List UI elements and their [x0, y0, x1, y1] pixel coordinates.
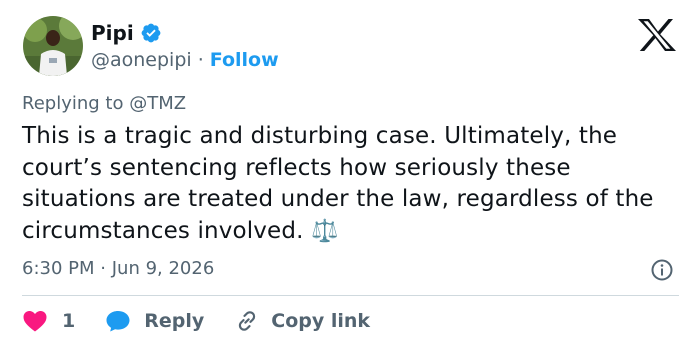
- heart-icon: [22, 309, 48, 333]
- handle-separator: ·: [197, 49, 204, 71]
- author-name-row: Pipi: [91, 20, 162, 46]
- like-count: 1: [62, 310, 76, 332]
- tweet-date: Jun 9, 2026: [111, 258, 215, 279]
- info-icon[interactable]: [650, 258, 674, 282]
- author-handle[interactable]: @aonepipi: [91, 47, 192, 73]
- follow-button[interactable]: Follow: [210, 47, 279, 73]
- like-button[interactable]: 1: [22, 309, 75, 333]
- reply-bubble-icon: [105, 309, 131, 333]
- tweet-timestamp[interactable]: 6:30 PM · Jun 9, 2026: [22, 257, 214, 281]
- tweet-card: Pipi @aonepipi · Follow Replying to @TMZ…: [0, 0, 700, 348]
- scales-emoji: ⚖️: [311, 218, 339, 244]
- tweet-time: 6:30 PM: [22, 258, 95, 279]
- avatar[interactable]: [23, 16, 83, 76]
- copy-link-button[interactable]: Copy link: [234, 308, 370, 334]
- reply-context-mention[interactable]: @TMZ: [129, 93, 186, 114]
- author-name[interactable]: Pipi: [91, 20, 134, 46]
- timestamp-separator: ·: [100, 258, 106, 279]
- link-icon: [234, 308, 260, 334]
- reply-context: Replying to @TMZ: [22, 92, 186, 116]
- tweet-body: This is a tragic and disturbing case. Ul…: [22, 121, 686, 247]
- reply-label: Reply: [144, 310, 205, 332]
- verified-badge-icon: [140, 22, 162, 44]
- copy-link-label: Copy link: [271, 310, 371, 332]
- divider: [22, 295, 679, 296]
- reply-context-prefix: Replying to: [22, 93, 124, 114]
- author-handle-row: @aonepipi · Follow: [91, 47, 279, 73]
- action-bar: 1 Reply Copy link: [22, 307, 370, 335]
- x-logo-icon[interactable]: [636, 18, 678, 52]
- reply-button[interactable]: Reply: [105, 309, 204, 333]
